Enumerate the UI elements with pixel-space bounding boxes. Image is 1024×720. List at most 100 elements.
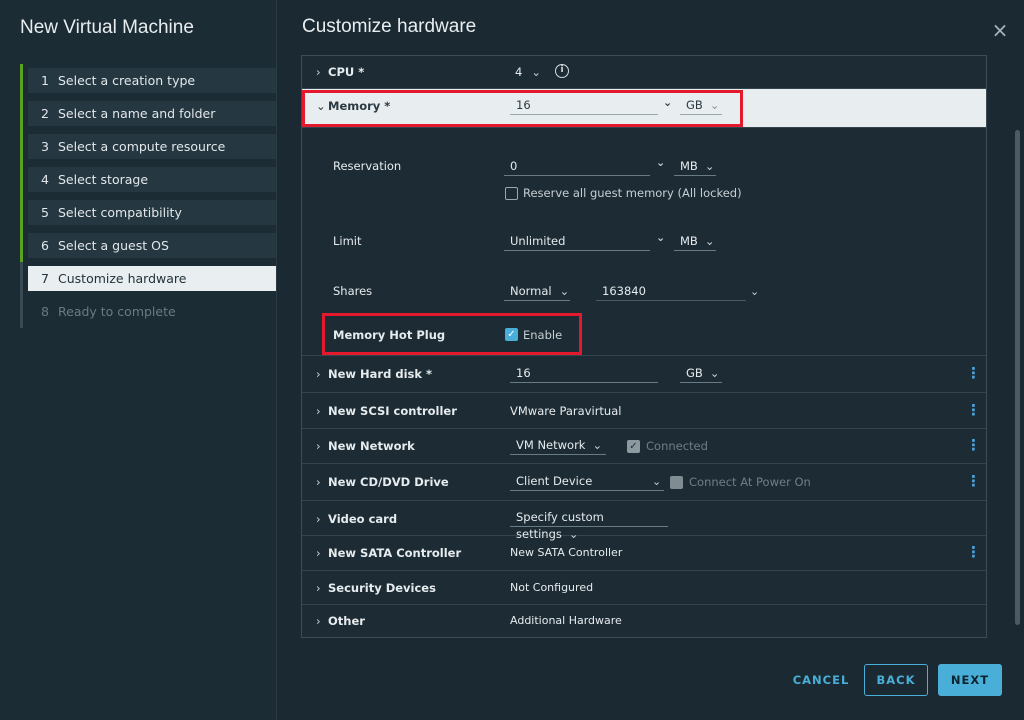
security-label: Security Devices <box>328 581 436 595</box>
row-security: › Security Devices Not Configured <box>302 571 986 605</box>
step-label: Select a name and folder <box>58 106 216 121</box>
other-toggle[interactable]: › Other <box>316 614 365 628</box>
cd-toggle[interactable]: › New CD/DVD Drive <box>316 475 449 489</box>
row-hard-disk: › New Hard disk * 16 GB ⌄ ⋮ <box>302 356 986 393</box>
limit-label: Limit <box>333 234 362 248</box>
reservation-label: Reservation <box>333 159 402 173</box>
close-icon[interactable]: × <box>990 20 1010 40</box>
hard-disk-unit: GB <box>686 366 703 380</box>
sata-toggle[interactable]: › New SATA Controller <box>316 546 461 560</box>
limit-input[interactable]: Unlimited <box>504 233 650 251</box>
reservation-input[interactable]: 0 <box>504 158 650 176</box>
scrollbar-thumb[interactable] <box>1015 130 1020 625</box>
video-toggle[interactable]: › Video card <box>316 512 397 526</box>
page-title: Customize hardware <box>302 16 477 37</box>
step-2[interactable]: 2 Select a name and folder <box>20 97 276 130</box>
step-label: Customize hardware <box>58 271 187 286</box>
reservation-unit: MB <box>680 159 698 173</box>
step-label: Select a creation type <box>58 73 196 88</box>
row-scsi: › New SCSI controller VMware Paravirtual … <box>302 393 986 429</box>
video-label: Video card <box>328 512 398 526</box>
next-button[interactable]: NEXT <box>938 664 1002 696</box>
step-label: Select storage <box>58 172 149 187</box>
scsi-value: VMware Paravirtual <box>510 404 622 418</box>
cpu-select[interactable]: 4 ⌄ <box>515 65 541 79</box>
limit-unit-select[interactable]: MB ⌄ <box>674 233 716 251</box>
hard-disk-unit-select[interactable]: GB ⌄ <box>680 365 722 383</box>
row-cd-dvd: › New CD/DVD Drive Client Device ⌄ Connec… <box>302 464 986 501</box>
limit-unit: MB <box>680 234 698 248</box>
hard-disk-input[interactable]: 16 <box>510 365 658 383</box>
more-options-icon[interactable]: ⋮ <box>966 403 981 418</box>
chevron-down-icon: ⌄ <box>704 159 715 173</box>
step-3[interactable]: 3 Select a compute resource <box>20 130 276 163</box>
video-select[interactable]: Specify custom settings ⌄ <box>510 509 668 541</box>
more-options-icon[interactable]: ⋮ <box>966 366 981 381</box>
connected-label: Connected <box>646 439 708 453</box>
other-value: Additional Hardware <box>510 614 622 627</box>
step-label: Select a compute resource <box>58 139 226 154</box>
step-5[interactable]: 5 Select compatibility <box>20 196 276 229</box>
chevron-down-icon[interactable]: ⌄ <box>656 156 665 169</box>
chevron-right-icon: › <box>316 439 321 453</box>
row-sata: › New SATA Controller New SATA Controller… <box>302 536 986 571</box>
chevron-down-icon: ⌄ <box>592 438 603 452</box>
step-number: 7 <box>41 271 49 286</box>
sata-value: New SATA Controller <box>510 546 623 559</box>
chevron-right-icon: › <box>316 65 321 79</box>
step-number: 8 <box>41 304 49 319</box>
step-6[interactable]: 6 Select a guest OS <box>20 229 276 262</box>
security-toggle[interactable]: › Security Devices <box>316 581 436 595</box>
step-number: 3 <box>41 139 49 154</box>
shares-level-select[interactable]: Normal ⌄ <box>504 283 570 301</box>
cpu-value: 4 <box>515 65 523 79</box>
row-other: › Other Additional Hardware <box>302 605 986 637</box>
chevron-right-icon: › <box>316 614 321 628</box>
more-options-icon[interactable]: ⋮ <box>966 438 981 453</box>
reserve-all-label: Reserve all guest memory (All locked) <box>523 186 742 200</box>
cd-select[interactable]: Client Device <box>510 473 664 491</box>
shares-label: Shares <box>333 284 373 298</box>
reservation-unit-select[interactable]: MB ⌄ <box>674 158 716 176</box>
cancel-button[interactable]: CANCEL <box>788 664 854 696</box>
chevron-down-icon[interactable]: ⌄ <box>652 475 661 488</box>
network-toggle[interactable]: › New Network <box>316 439 415 453</box>
more-options-icon[interactable]: ⋮ <box>966 474 981 489</box>
network-select[interactable]: VM Network ⌄ <box>510 437 606 455</box>
chevron-right-icon: › <box>316 512 321 526</box>
wizard-sidebar: New Virtual Machine 1 Select a creation t… <box>0 0 277 720</box>
more-options-icon[interactable]: ⋮ <box>966 545 981 560</box>
step-4[interactable]: 4 Select storage <box>20 163 276 196</box>
chevron-down-icon: ⌄ <box>531 65 541 79</box>
connect-at-power-on-label: Connect At Power On <box>689 475 811 489</box>
security-value: Not Configured <box>510 581 594 594</box>
step-number: 6 <box>41 238 49 253</box>
step-8: 8 Ready to complete <box>20 295 276 328</box>
chevron-right-icon: › <box>316 475 321 489</box>
highlight-box-hotplug <box>322 313 582 355</box>
chevron-down-icon: ⌄ <box>704 234 715 248</box>
chevron-down-icon: ⌄ <box>750 285 760 298</box>
step-number: 2 <box>41 106 49 121</box>
step-1[interactable]: 1 Select a creation type <box>20 64 276 97</box>
cd-label: New CD/DVD Drive <box>328 475 449 489</box>
shares-level: Normal <box>510 284 552 298</box>
highlight-box-memory <box>302 90 743 127</box>
back-button[interactable]: BACK <box>864 664 928 696</box>
step-number: 4 <box>41 172 49 187</box>
step-number: 1 <box>41 73 49 88</box>
shares-value-input: 163840 <box>596 283 746 301</box>
scsi-toggle[interactable]: › New SCSI controller <box>316 404 457 418</box>
info-icon[interactable]: i <box>555 64 569 78</box>
chevron-right-icon: › <box>316 367 321 381</box>
chevron-right-icon: › <box>316 546 321 560</box>
reserve-all-checkbox[interactable] <box>505 187 518 200</box>
scsi-label: New SCSI controller <box>328 404 457 418</box>
hardware-panel: › CPU * 4 ⌄ i ⌄ Memory * 16 ⌄ GB ⌄ Reservati… <box>301 55 987 638</box>
hard-disk-toggle[interactable]: › New Hard disk * <box>316 367 432 381</box>
chevron-down-icon[interactable]: ⌄ <box>656 231 665 244</box>
step-label: Select compatibility <box>58 205 182 220</box>
row-network: › New Network VM Network ⌄ ✓ Connected ⋮ <box>302 429 986 464</box>
cpu-toggle[interactable]: › CPU * <box>316 65 364 79</box>
step-7[interactable]: 7 Customize hardware <box>20 262 276 295</box>
